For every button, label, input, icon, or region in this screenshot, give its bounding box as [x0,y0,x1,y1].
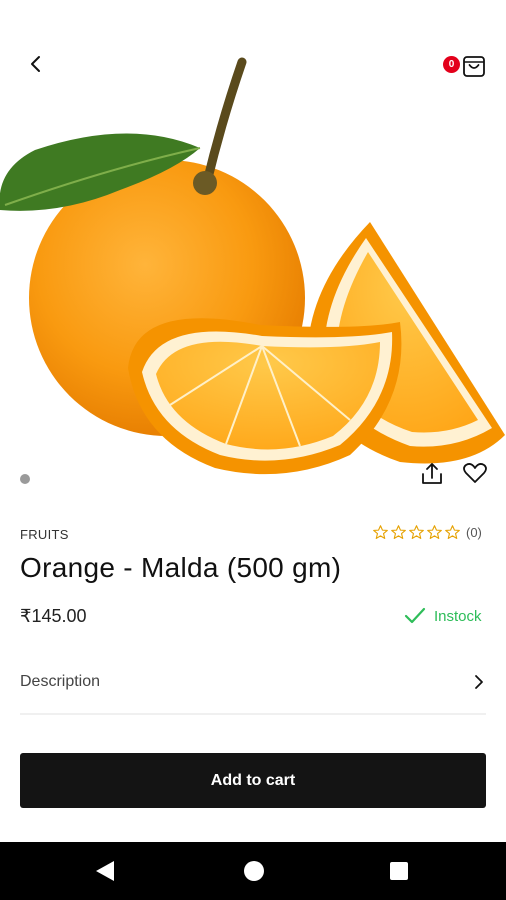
star-outline-icon [373,525,388,540]
star-outline-icon [445,525,460,540]
product-title: Orange - Malda (500 gm) [20,552,342,583]
stock-status: Instock [404,607,482,625]
description-row[interactable]: Description [20,660,486,704]
star-outline-icon [391,525,406,540]
check-icon [404,607,426,624]
favorite-button[interactable] [461,459,489,487]
add-to-cart-button[interactable]: Add to cart [20,753,486,808]
nav-home-circle-icon[interactable] [244,861,264,881]
star-outline-icon [427,525,442,540]
description-label: Description [20,673,101,690]
share-icon [422,463,442,484]
divider [20,713,486,715]
carousel-indicator[interactable] [20,474,30,484]
product-image[interactable] [0,50,506,500]
rating-stars[interactable]: (0) [372,524,482,541]
nav-recents-square-icon[interactable] [390,862,408,880]
stock-label: Instock [434,607,482,625]
product-category: FRUITS [20,527,69,542]
chevron-right-icon [475,675,483,689]
product-price: ₹145.00 [20,606,87,626]
heart-icon [463,463,487,483]
rating-count: (0) [466,525,482,540]
star-outline-icon [409,525,424,540]
nav-back-triangle-icon[interactable] [93,859,117,883]
system-navigation-bar [0,842,506,900]
share-button[interactable] [418,460,446,488]
